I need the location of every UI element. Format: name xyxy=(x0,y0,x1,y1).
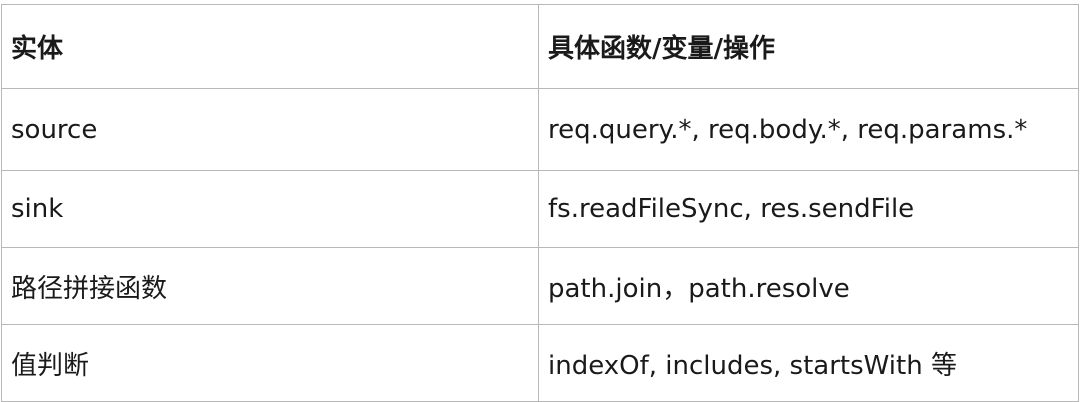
table-header-row: 实体 具体函数/变量/操作 xyxy=(1,4,1079,89)
table-row: 值判断 indexOf, includes, startsWith 等 xyxy=(1,324,1079,402)
cell-functions: indexOf, includes, startsWith 等 xyxy=(538,324,1079,402)
cell-functions: path.join，path.resolve xyxy=(538,247,1079,325)
table-row: sink fs.readFileSync, res.sendFile xyxy=(1,170,1079,248)
entity-table-container: 实体 具体函数/变量/操作 source req.query.*, req.bo… xyxy=(1,4,1079,402)
cell-functions: fs.readFileSync, res.sendFile xyxy=(538,170,1079,248)
cell-entity: sink xyxy=(1,170,539,248)
table-row: 路径拼接函数 path.join，path.resolve xyxy=(1,247,1079,325)
cell-entity: 值判断 xyxy=(1,324,539,402)
cell-entity: source xyxy=(1,88,539,171)
header-functions: 具体函数/变量/操作 xyxy=(538,4,1079,89)
cell-functions: req.query.*, req.body.*, req.params.* xyxy=(538,88,1079,171)
table-row: source req.query.*, req.body.*, req.para… xyxy=(1,88,1079,171)
cell-entity: 路径拼接函数 xyxy=(1,247,539,325)
entity-table: 实体 具体函数/变量/操作 source req.query.*, req.bo… xyxy=(1,4,1079,402)
header-entity: 实体 xyxy=(1,4,539,89)
